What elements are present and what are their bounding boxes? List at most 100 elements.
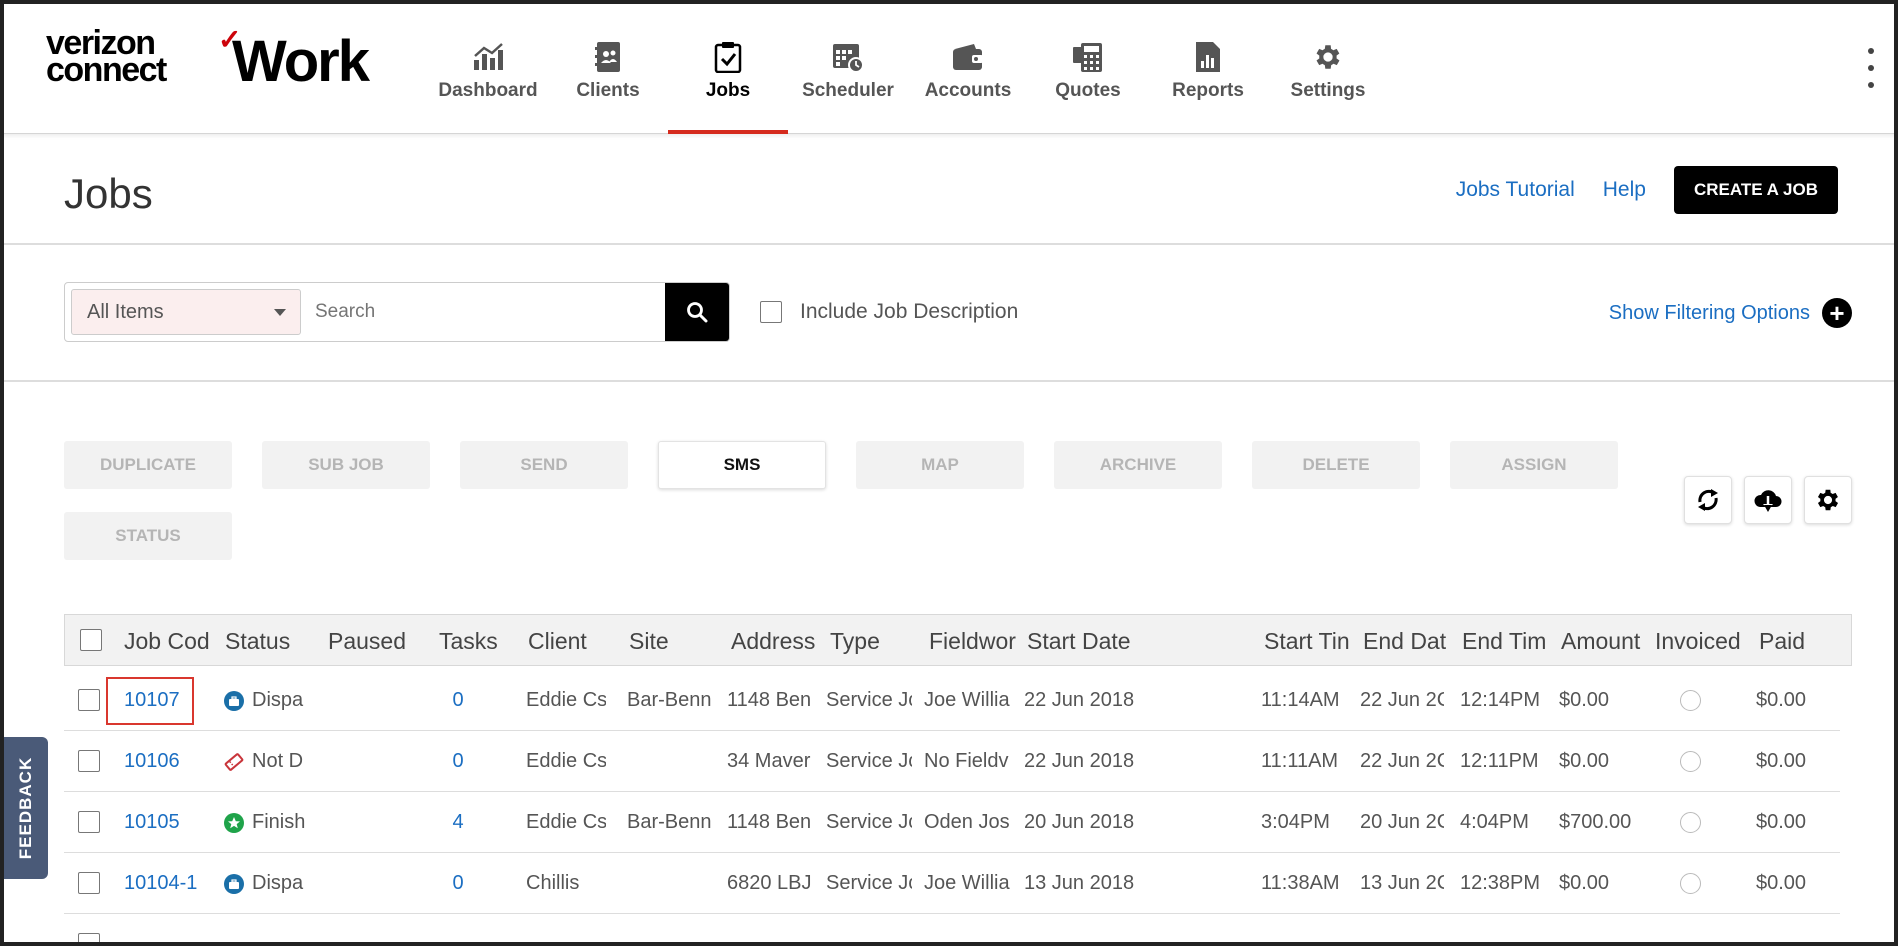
- verizon-connect-logo[interactable]: verizon connect ✓: [46, 26, 241, 89]
- column-header-end-time[interactable]: End Tim: [1462, 615, 1552, 667]
- refresh-button[interactable]: [1684, 476, 1732, 524]
- table-row[interactable]: 10104-1 Dispa 0 Chillis 6820 LBJ Service…: [64, 853, 1840, 914]
- nav-quotes[interactable]: Quotes: [1028, 0, 1148, 134]
- column-header-type[interactable]: Type: [830, 615, 920, 667]
- assign-button[interactable]: ASSIGN: [1450, 441, 1618, 489]
- nav-label: Dashboard: [438, 80, 538, 101]
- sms-button[interactable]: SMS: [658, 441, 826, 489]
- delete-button[interactable]: DELETE: [1252, 441, 1420, 489]
- row-checkbox[interactable]: [78, 689, 100, 711]
- nav-accounts[interactable]: Accounts: [908, 0, 1028, 134]
- type-cell: Service Jc: [826, 689, 912, 711]
- nav-scheduler[interactable]: Scheduler: [788, 0, 908, 134]
- column-header-amount[interactable]: Amount: [1561, 615, 1653, 667]
- table-row-partial[interactable]: [64, 914, 1840, 942]
- tasks-count-link[interactable]: 0: [438, 731, 478, 792]
- job-code-link[interactable]: 10106: [124, 731, 214, 792]
- show-filtering-options[interactable]: Show Filtering Options +: [1609, 298, 1852, 328]
- row-checkbox[interactable]: [78, 872, 100, 894]
- status-button[interactable]: STATUS: [64, 512, 232, 560]
- column-header-client[interactable]: Client: [528, 615, 618, 667]
- column-header-fieldworker[interactable]: Fieldwor: [929, 615, 1019, 667]
- column-header-end-date[interactable]: End Dat: [1363, 615, 1453, 667]
- tasks-count-link[interactable]: 4: [438, 792, 478, 853]
- header-actions: Jobs Tutorial Help CREATE A JOB: [1456, 166, 1838, 214]
- archive-button[interactable]: ARCHIVE: [1054, 441, 1222, 489]
- search-button[interactable]: [665, 283, 729, 341]
- invoiced-radio[interactable]: [1680, 751, 1701, 772]
- end-date-cell: 13 Jun 2C: [1360, 872, 1444, 894]
- site-cell: [627, 731, 715, 792]
- scheduler-calendar-icon: [831, 40, 865, 74]
- nav-label: Settings: [1290, 80, 1366, 101]
- sub-job-button[interactable]: SUB JOB: [262, 441, 430, 489]
- job-code-link[interactable]: 10105: [124, 792, 214, 853]
- status-text: Finish: [252, 811, 306, 833]
- finished-star-icon: [224, 812, 244, 833]
- clients-book-icon: [591, 40, 625, 74]
- send-button[interactable]: SEND: [460, 441, 628, 489]
- row-checkbox[interactable]: [78, 750, 100, 772]
- help-link[interactable]: Help: [1603, 178, 1646, 202]
- plus-circle-icon: +: [1822, 298, 1852, 328]
- nav-clients[interactable]: Clients: [548, 0, 668, 134]
- row-checkbox[interactable]: [78, 811, 100, 833]
- table-row[interactable]: 10106 Not D 0 Eddie Cs 34 Maver Service …: [64, 731, 1840, 792]
- column-header-start-date[interactable]: Start Date: [1027, 615, 1217, 667]
- column-header-address[interactable]: Address: [731, 615, 833, 667]
- logo-text-connect: connect: [46, 51, 167, 89]
- feedback-label: FEEDBACK: [16, 756, 36, 860]
- invoiced-radio[interactable]: [1680, 873, 1701, 894]
- column-header-start-time[interactable]: Start Tin: [1264, 615, 1354, 667]
- row-checkbox[interactable]: [78, 933, 100, 942]
- paused-cell: [327, 792, 417, 853]
- start-time-cell: 11:14AM: [1261, 689, 1340, 711]
- top-navigation-bar: verizon connect ✓ Work Dashboard Clients…: [0, 0, 1898, 134]
- table-settings-button[interactable]: [1804, 476, 1852, 524]
- column-header-status[interactable]: Status: [225, 615, 321, 667]
- feedback-tab[interactable]: FEEDBACK: [4, 737, 48, 879]
- search-input[interactable]: [307, 283, 665, 341]
- invoiced-radio[interactable]: [1680, 690, 1701, 711]
- job-status: Dispa: [224, 670, 320, 731]
- job-code-link[interactable]: 10107: [124, 670, 214, 731]
- duplicate-button[interactable]: DUPLICATE: [64, 441, 232, 489]
- column-header-paid[interactable]: Paid: [1759, 615, 1839, 667]
- map-button[interactable]: MAP: [856, 441, 1024, 489]
- column-header-invoiced[interactable]: Invoiced: [1655, 615, 1749, 667]
- nav-label: Accounts: [924, 80, 1012, 101]
- amount-cell: $0.00: [1559, 872, 1610, 894]
- end-date-cell: 22 Jun 2C: [1360, 689, 1444, 711]
- create-job-button[interactable]: CREATE A JOB: [1673, 166, 1838, 214]
- search-group: All Items: [64, 282, 730, 342]
- amount-cell: $700.00: [1559, 811, 1632, 833]
- status-text: Not D: [252, 750, 304, 772]
- table-row[interactable]: 10107 Dispa 0 Eddie Cs Bar-Benn 1148 Ben…: [64, 670, 1840, 731]
- column-header-paused[interactable]: Paused: [328, 615, 418, 667]
- item-filter-select[interactable]: All Items: [71, 289, 301, 335]
- nav-jobs[interactable]: Jobs: [668, 0, 788, 134]
- more-options-kebab-icon[interactable]: [1864, 48, 1878, 88]
- nav-settings[interactable]: Settings: [1268, 0, 1388, 134]
- column-header-site[interactable]: Site: [629, 615, 719, 667]
- tasks-count-link[interactable]: 0: [438, 670, 478, 731]
- jobs-clipboard-icon: [711, 40, 745, 74]
- end-time-cell: 12:38PM: [1460, 872, 1541, 894]
- include-description-checkbox[interactable]: [760, 301, 782, 323]
- nav-dashboard[interactable]: Dashboard: [428, 0, 548, 134]
- table-row[interactable]: 10105 Finish 4 Eddie Cs Bar-Benn 1148 Be…: [64, 792, 1840, 853]
- download-button[interactable]: [1744, 476, 1792, 524]
- column-header-tasks[interactable]: Tasks: [439, 615, 509, 667]
- nav-label: Jobs: [705, 80, 751, 101]
- job-status: Not D: [224, 731, 320, 792]
- reports-document-icon: [1191, 40, 1225, 74]
- column-header-job-code[interactable]: Job Cod: [124, 615, 216, 667]
- nav-reports[interactable]: Reports: [1148, 0, 1268, 134]
- select-all-checkbox[interactable]: [80, 629, 102, 651]
- page-title: Jobs: [64, 170, 153, 217]
- start-time-cell: 3:04PM: [1261, 811, 1330, 833]
- jobs-tutorial-link[interactable]: Jobs Tutorial: [1456, 178, 1575, 202]
- job-code-link[interactable]: 10104-1: [124, 853, 214, 914]
- invoiced-radio[interactable]: [1680, 812, 1701, 833]
- tasks-count-link[interactable]: 0: [438, 853, 478, 914]
